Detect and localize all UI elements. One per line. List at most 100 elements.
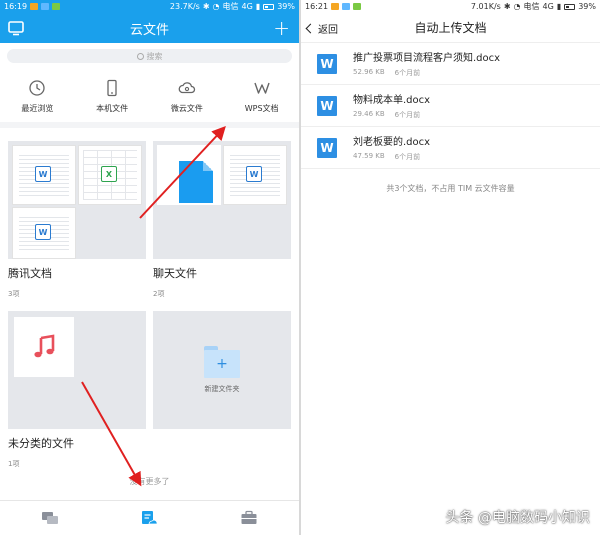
carrier-label: 电信 [523, 2, 540, 11]
file-name: 物料成本单.docx [353, 95, 431, 106]
wps-icon [253, 82, 270, 94]
quick-wps[interactable]: WPS文档 [227, 79, 297, 114]
tab-messages[interactable] [30, 503, 70, 533]
tab-files[interactable] [129, 503, 169, 533]
bluetooth-icon: ✱ [503, 2, 511, 11]
cloud-icon [178, 82, 195, 94]
folder-count: 1项 [8, 460, 20, 468]
toolbox-icon [241, 510, 257, 524]
file-list: W 推广投票项目流程客户须知.docx 52.96 KB 6个月前 W 物料成本… [301, 43, 600, 169]
doc-preview: W [223, 145, 287, 205]
notification-icon [342, 3, 351, 10]
phone-icon [107, 79, 117, 97]
file-size: 29.46 KB [353, 110, 385, 118]
clock-icon [29, 80, 46, 96]
file-size: 52.96 KB [353, 68, 385, 76]
word-file-icon: W [317, 137, 337, 158]
search-bar: 搜索 [0, 43, 299, 69]
music-preview [14, 317, 74, 377]
quick-recent-label: 最近浏览 [21, 104, 54, 113]
quick-access: 最近浏览 本机文件 微云文件 WPS文档 [0, 69, 299, 128]
word-file-icon: W [317, 95, 337, 116]
carrier-label: 电信 [222, 2, 239, 11]
battery-icon [263, 3, 275, 10]
wifi-icon: ◔ [212, 2, 220, 11]
no-more-text: 没有更多了 [129, 477, 170, 486]
battery-icon [564, 3, 576, 10]
status-bar: 16:21 7.01K/s ✱ ◔ 电信 4G ▮ 39% [301, 0, 600, 13]
file-row[interactable]: W 刘老板要的.docx 47.59 KB 6个月前 [301, 127, 600, 169]
page-title: 自动上传文档 [414, 21, 487, 35]
network-speed: 7.01K/s [470, 2, 501, 11]
app-header: 云文件 + [0, 13, 299, 43]
page-title: 云文件 [129, 22, 169, 38]
file-time: 6个月前 [394, 69, 421, 77]
signal-icon: ▮ [556, 2, 562, 11]
signal-icon: ▮ [255, 2, 261, 11]
notification-icon [353, 3, 362, 10]
file-name: 推广投票项目流程客户须知.docx [353, 53, 501, 64]
word-doc-icon: W [246, 166, 262, 182]
network-type: 4G [542, 2, 554, 11]
file-row[interactable]: W 物料成本单.docx 29.46 KB 6个月前 [301, 85, 600, 127]
search-input[interactable]: 搜索 [7, 49, 292, 63]
folder-card-chat-files[interactable]: W 聊天文件 2项 [153, 141, 291, 299]
word-doc-icon: W [35, 224, 51, 240]
folder-card-uncategorized[interactable]: 未分类的文件 1项 [8, 311, 146, 469]
chevron-left-icon [305, 23, 316, 34]
quick-recent[interactable]: 最近浏览 [2, 79, 72, 114]
new-folder-thumbnail: + 新建文件夹 [153, 311, 291, 429]
sheet-preview: X [78, 145, 142, 205]
battery-level: 39% [578, 2, 596, 11]
cloud-files-screen: 16:19 23.7K/s ✱ ◔ 电信 4G ▮ 39% 云文件 + 搜索 最… [0, 0, 299, 535]
quick-weiyun[interactable]: 微云文件 [152, 79, 222, 114]
bluetooth-icon: ✱ [202, 2, 210, 11]
tab-tools[interactable] [229, 503, 269, 533]
quick-local-label: 本机文件 [96, 104, 129, 113]
notification-icon [52, 3, 61, 10]
files-icon [142, 511, 159, 525]
music-note-icon [34, 334, 55, 358]
search-placeholder: 搜索 [146, 51, 163, 61]
auto-upload-docs-screen: 16:21 7.01K/s ✱ ◔ 电信 4G ▮ 39% 返回 自动上传文档 … [301, 0, 600, 535]
folder-card-tencent-docs[interactable]: W X W 腾讯文档 3项 [8, 141, 146, 299]
file-row[interactable]: W 推广投票项目流程客户须知.docx 52.96 KB 6个月前 [301, 43, 600, 85]
watermark: 头条 @电脑数码小知识 [445, 510, 590, 526]
new-folder-label: 新建文件夹 [204, 385, 240, 393]
folder-thumbnail [8, 311, 146, 429]
monitor-icon[interactable] [8, 20, 24, 36]
folder-title: 未分类的文件 [8, 437, 74, 450]
notification-icon [41, 3, 50, 10]
notification-icon [331, 3, 340, 10]
notification-icon [30, 3, 39, 10]
status-time: 16:19 [4, 2, 28, 11]
status-bar: 16:19 23.7K/s ✱ ◔ 电信 4G ▮ 39% [0, 0, 299, 13]
file-name: 刘老板要的.docx [353, 137, 431, 148]
quick-weiyun-label: 微云文件 [170, 104, 203, 113]
folder-count: 2项 [153, 290, 165, 298]
folder-thumbnail: W [153, 141, 291, 259]
word-doc-icon: W [35, 166, 51, 182]
network-type: 4G [241, 2, 253, 11]
folder-count: 3项 [8, 290, 20, 298]
folder-icon: + [204, 346, 240, 378]
add-icon[interactable]: + [273, 18, 290, 38]
battery-level: 39% [277, 2, 295, 11]
page-header: 返回 自动上传文档 [301, 13, 600, 43]
back-label: 返回 [318, 25, 338, 36]
word-file-icon: W [317, 53, 337, 74]
search-icon [136, 52, 144, 60]
excel-doc-icon: X [101, 166, 117, 182]
folder-title: 腾讯文档 [8, 267, 52, 280]
folder-title: 聊天文件 [153, 267, 197, 280]
status-time: 16:21 [305, 2, 329, 11]
new-folder-card[interactable]: + 新建文件夹 [153, 311, 291, 429]
file-time: 6个月前 [394, 111, 421, 119]
chat-icon [41, 512, 58, 524]
back-button[interactable]: 返回 [305, 21, 338, 36]
doc-preview: W [12, 207, 76, 259]
file-size: 47.59 KB [353, 152, 385, 160]
quick-local[interactable]: 本机文件 [77, 79, 147, 114]
quick-wps-label: WPS文档 [244, 104, 279, 113]
storage-summary: 共3个文档，不占用 TIM 云文件容量 [386, 184, 515, 193]
